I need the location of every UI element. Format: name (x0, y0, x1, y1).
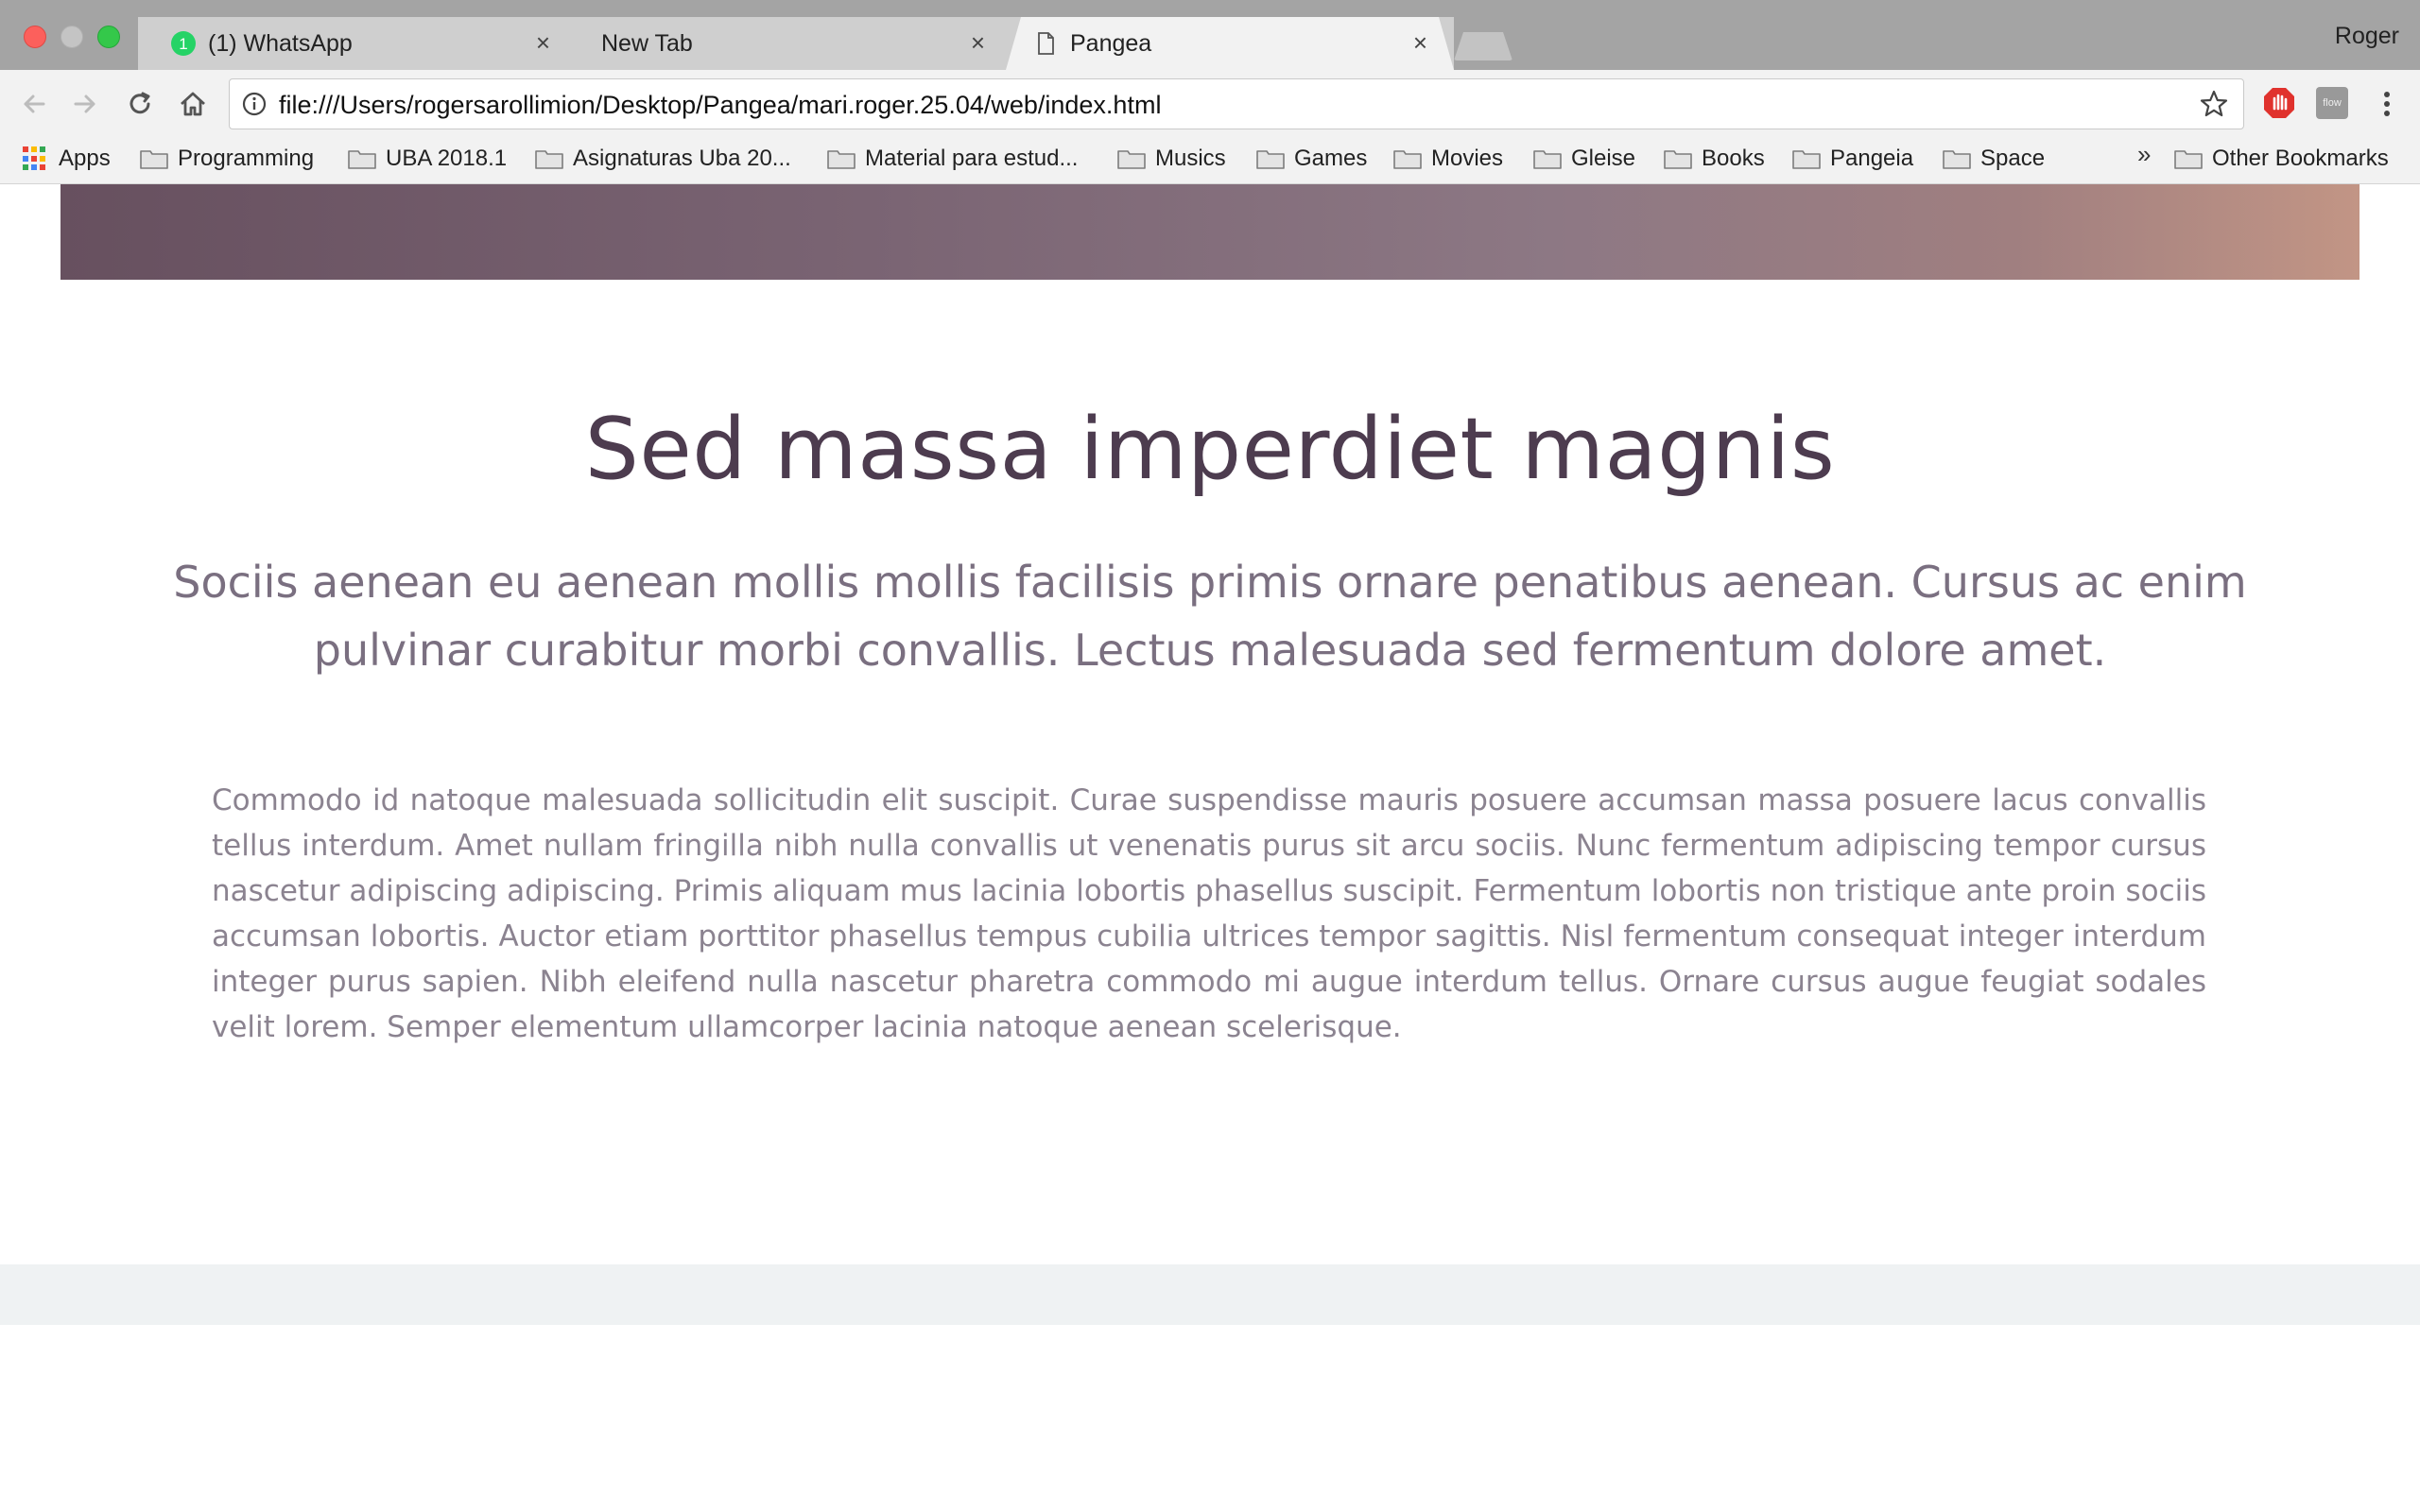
bookmark-label: Apps (59, 146, 111, 171)
whatsapp-badge-icon: 1 (171, 31, 196, 56)
bookmark-label: Books (1702, 146, 1765, 171)
bookmark-folder-4[interactable]: Material para estud... (827, 142, 1078, 176)
hero-banner (60, 184, 2360, 280)
flow-extension-icon[interactable]: flow (2316, 87, 2348, 119)
tab-label: Pangea (1070, 30, 1152, 57)
other-bookmarks[interactable]: Other Bookmarks (2174, 142, 2389, 176)
bookmark-label: Other Bookmarks (2212, 146, 2389, 171)
bookmark-folder-8[interactable]: Gleise (1533, 142, 1635, 176)
more-menu-icon[interactable] (2377, 87, 2396, 121)
browser-toolbar: file:///Users/rogersarollimion/Desktop/P… (0, 70, 2420, 136)
apps-grid-icon (23, 146, 47, 171)
tab-strip: 1 (1) WhatsApp × New Tab × Pangea × Roge… (0, 0, 2420, 70)
page-icon (1038, 32, 1054, 55)
profile-name[interactable]: Roger (2335, 23, 2399, 50)
bookmark-folder-2[interactable]: UBA 2018.1 (348, 142, 507, 176)
adblock-extension-icon[interactable] (2262, 86, 2296, 120)
bookmark-folder-7[interactable]: Movies (1393, 142, 1503, 176)
bookmark-folder-3[interactable]: Asignaturas Uba 20... (535, 142, 791, 176)
window-close-button[interactable] (24, 26, 46, 48)
bookmark-label: Programming (178, 146, 315, 171)
folder-icon (1533, 150, 1562, 169)
folder-icon (348, 150, 376, 169)
bookmark-label: Movies (1431, 146, 1504, 171)
folder-icon (1943, 150, 1971, 169)
tab-label: New Tab (601, 30, 693, 57)
folder-icon (1393, 150, 1422, 169)
bookmark-folder-5[interactable]: Musics (1117, 142, 1226, 176)
footer-band (0, 1264, 2420, 1325)
bookmark-label: Asignaturas Uba 20... (573, 146, 791, 171)
bookmark-folder-9[interactable]: Books (1664, 142, 1765, 176)
bookmark-label: Games (1294, 146, 1368, 171)
page-viewport: Sed massa imperdiet magnis Sociis aenean… (0, 184, 2420, 1512)
bookmark-label: Material para estud... (865, 146, 1079, 171)
folder-icon (535, 150, 563, 169)
bookmark-label: UBA 2018.1 (386, 146, 508, 171)
folder-icon (1256, 150, 1285, 169)
bookmark-folder-11[interactable]: Space (1943, 142, 2045, 176)
tab-whatsapp[interactable]: 1 (1) WhatsApp × (138, 17, 577, 70)
tab-close-icon[interactable]: × (971, 30, 985, 55)
bookmark-label: Gleise (1571, 146, 1636, 171)
window-minimize-button[interactable] (60, 26, 83, 48)
folder-icon (140, 150, 168, 169)
page-heading: Sed massa imperdiet magnis (584, 400, 1836, 499)
tab-new-tab[interactable]: New Tab × (573, 17, 1011, 70)
bookmark-label: Space (1980, 146, 2046, 171)
bookmark-label: Pangeia (1830, 146, 1914, 171)
folder-icon (1664, 150, 1692, 169)
tab-close-icon[interactable]: × (1413, 30, 1427, 55)
reload-icon[interactable] (123, 87, 157, 121)
bookmark-star-icon[interactable] (2198, 88, 2230, 120)
folder-icon (2174, 150, 2203, 169)
folder-icon (827, 150, 856, 169)
bookmark-folder-6[interactable]: Games (1256, 142, 1367, 176)
page-body-text: Commodo id natoque malesuada sollicitudi… (212, 783, 2206, 1044)
info-icon[interactable] (241, 91, 268, 117)
bookmark-apps[interactable]: Apps (23, 142, 111, 176)
back-arrow-icon[interactable] (17, 87, 51, 121)
bookmarks-bar: Apps Programming UBA 2018.1 Asignaturas Ub… (0, 136, 2420, 184)
address-bar[interactable]: file:///Users/rogersarollimion/Desktop/P… (229, 78, 2244, 129)
bookmark-label: Musics (1155, 146, 1226, 171)
tab-pangea[interactable]: Pangea × (1006, 17, 1454, 70)
bookmarks-overflow-chevron[interactable]: » (2137, 140, 2151, 169)
tab-close-icon[interactable]: × (536, 30, 550, 55)
page-subtitle: Sociis aenean eu aenean mollis mollis fa… (173, 557, 2247, 676)
forward-arrow-icon[interactable] (68, 87, 102, 121)
new-tab-button[interactable] (1454, 32, 1512, 60)
url-text[interactable]: file:///Users/rogersarollimion/Desktop/P… (279, 91, 1161, 120)
folder-icon (1792, 150, 1821, 169)
whatsapp-badge-count: 1 (179, 35, 187, 53)
window-maximize-button[interactable] (97, 26, 120, 48)
bookmark-folder-10[interactable]: Pangeia (1792, 142, 1913, 176)
home-icon[interactable] (176, 87, 210, 121)
bookmark-folder-1[interactable]: Programming (140, 142, 314, 176)
tab-label: (1) WhatsApp (208, 30, 353, 57)
folder-icon (1117, 150, 1146, 169)
